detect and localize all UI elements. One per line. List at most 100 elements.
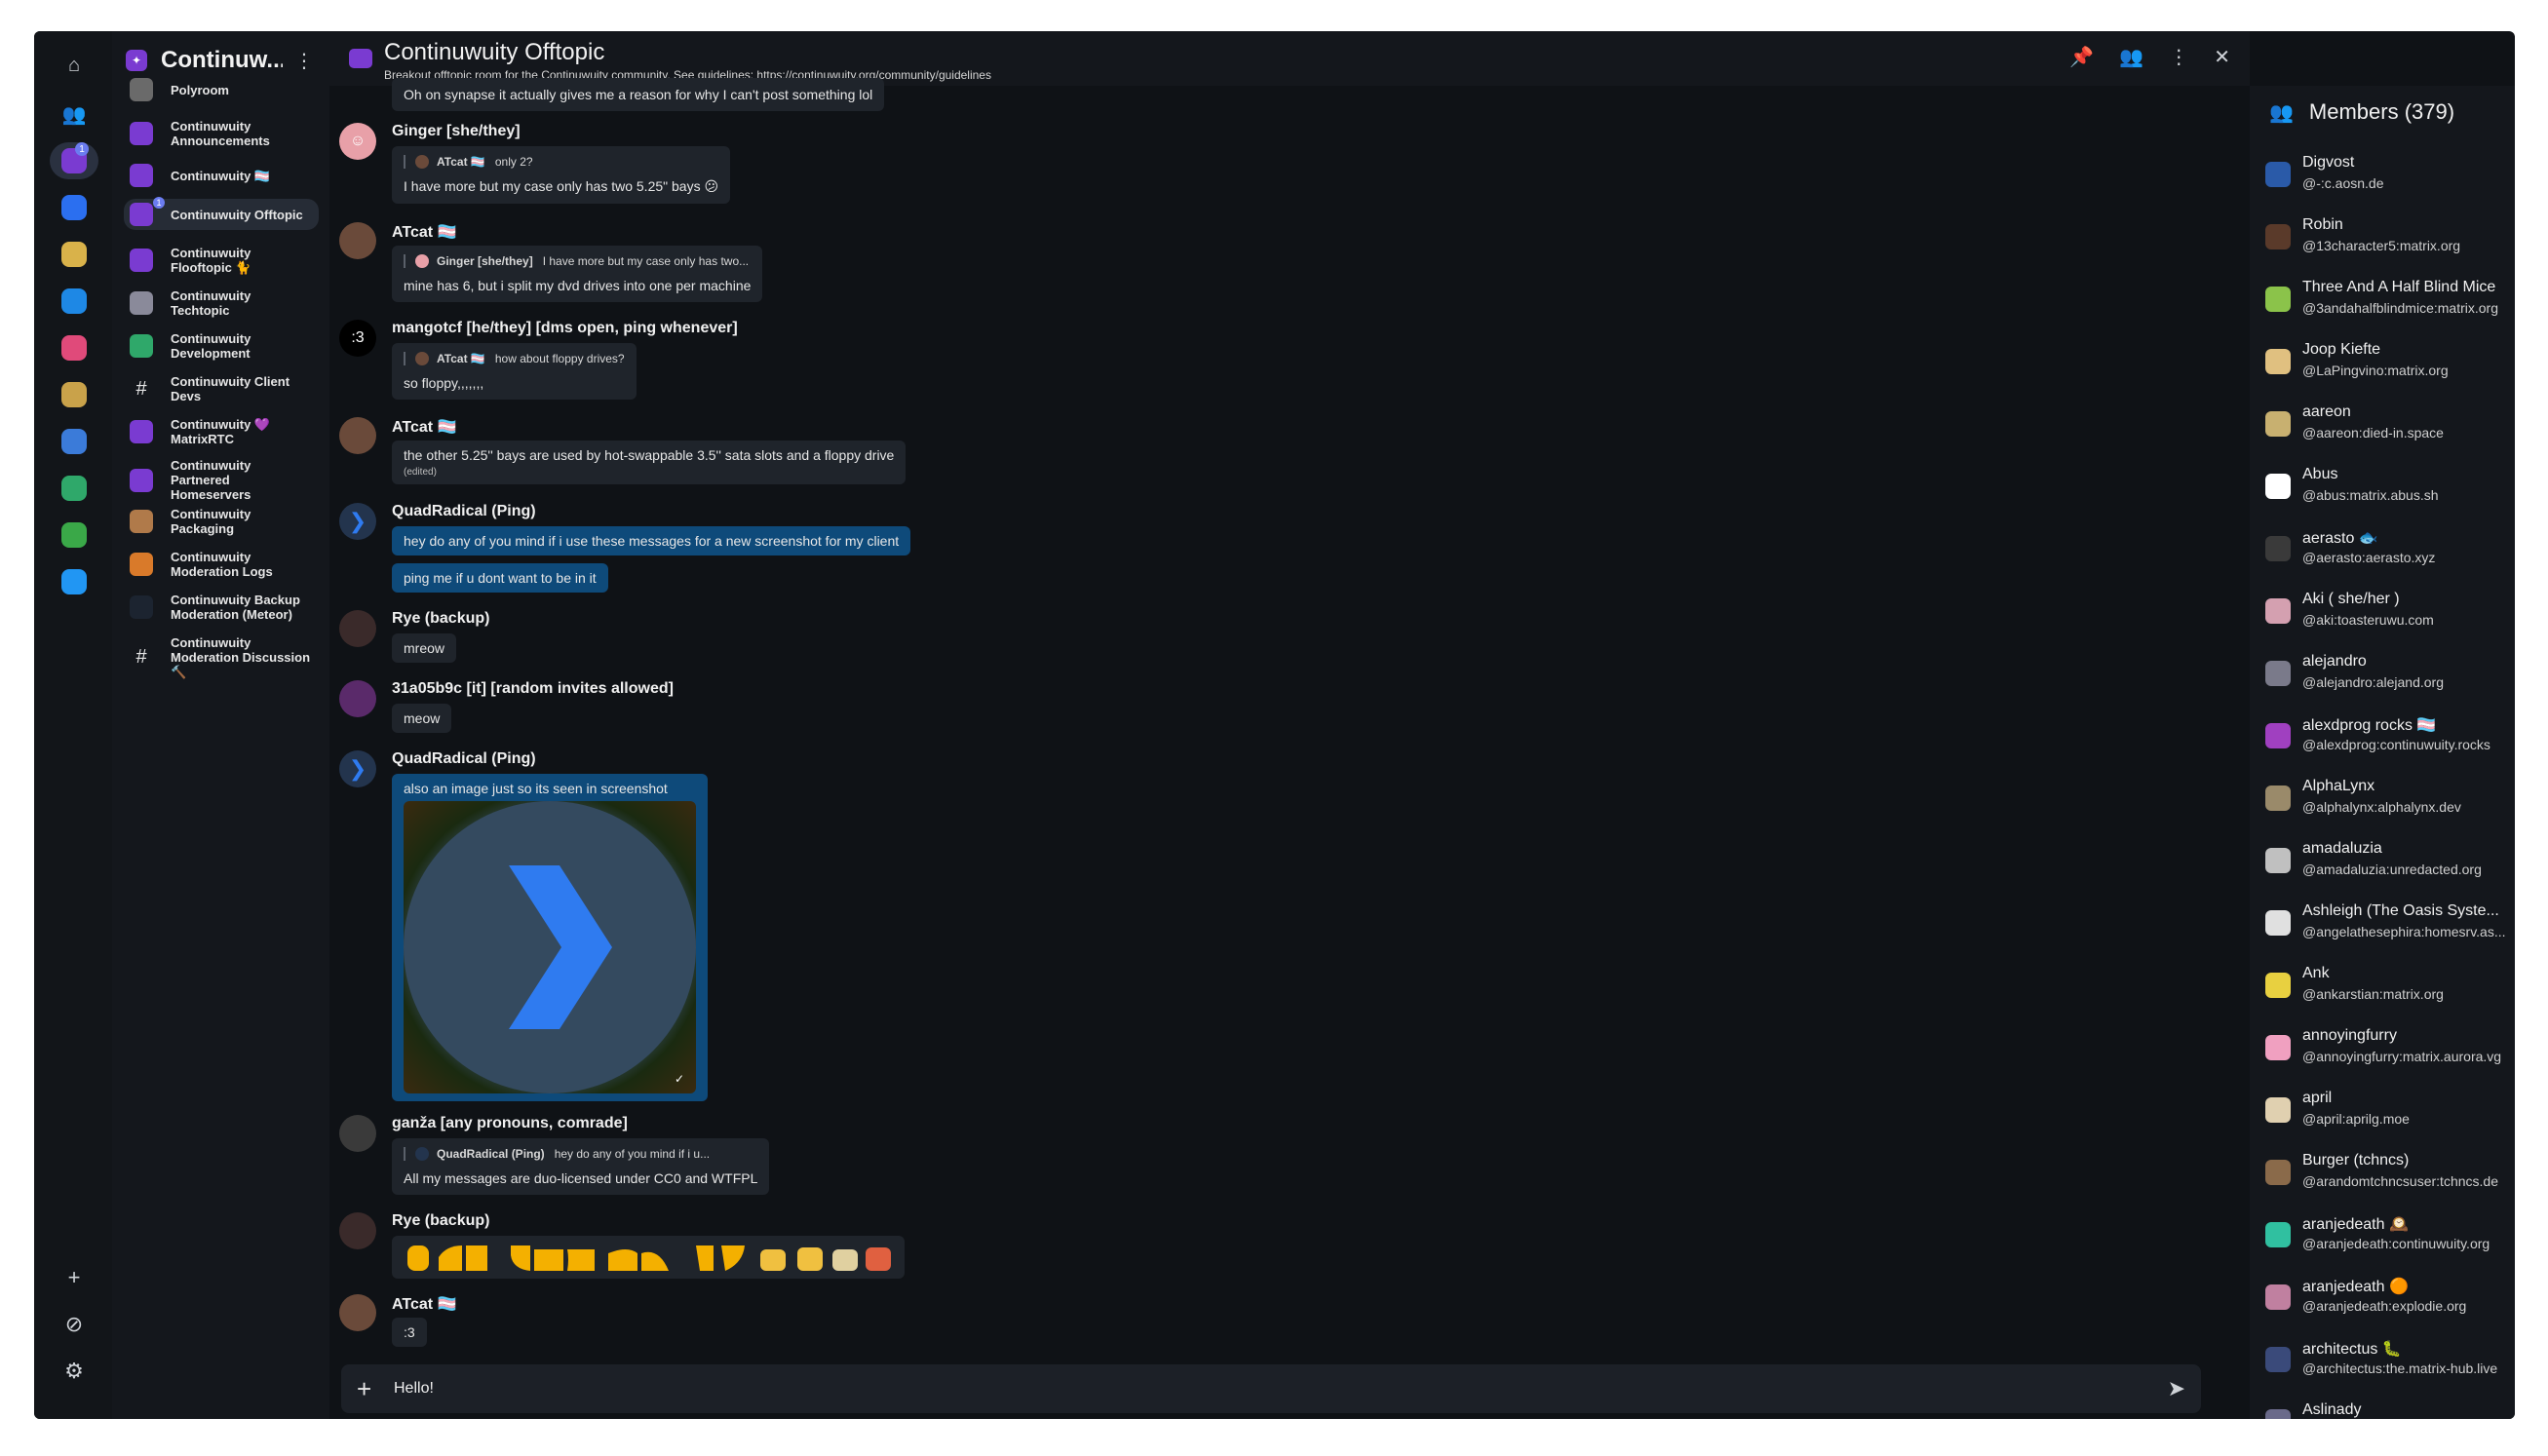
member-item[interactable]: amadaluzia @amadaluzia:unredacted.org (2265, 836, 2509, 885)
member-item[interactable]: Three And A Half Blind Mice @3andahalfbli… (2265, 275, 2509, 324)
settings-icon[interactable]: ⚙ (50, 1353, 98, 1390)
bird-space-icon[interactable] (50, 563, 98, 600)
avatar[interactable]: :3 (339, 320, 376, 357)
avatar[interactable] (339, 1212, 376, 1249)
sender-name[interactable]: mangotcf [he/they] [dms open, ping whene… (392, 320, 738, 337)
member-item[interactable]: Abus @abus:matrix.abus.sh (2265, 462, 2509, 511)
message-image[interactable]: ✓ (404, 801, 696, 1093)
sender-name[interactable]: ATcat 🏳️‍⚧️ (392, 1294, 456, 1314)
sender-name[interactable]: ATcat 🏳️‍⚧️ (392, 222, 456, 242)
sender-name[interactable]: Rye (backup) (392, 610, 489, 628)
avatar[interactable] (339, 417, 376, 454)
member-item[interactable]: aranjedeath 🕰️ @aranjedeath:continuwuity.… (2265, 1210, 2509, 1259)
snowflake-space-icon[interactable] (50, 423, 98, 460)
member-item[interactable]: aranjedeath 🟠 @aranjedeath:explodie.org (2265, 1273, 2509, 1322)
home-icon[interactable]: ⌂ (50, 47, 98, 84)
bubble-space-icon[interactable] (50, 329, 98, 366)
reply-preview[interactable]: ATcat 🏳️‍⚧️ how about floppy drives? (404, 352, 625, 365)
avatar[interactable] (339, 610, 376, 647)
pin-icon[interactable]: 📌 (2069, 45, 2094, 69)
chat-space-icon[interactable] (50, 189, 98, 226)
avatar[interactable] (339, 1294, 376, 1331)
reply-text: only 2? (494, 155, 533, 169)
member-item[interactable]: Robin @13character5:matrix.org (2265, 212, 2509, 261)
room-item[interactable]: Continuwuity Announcements (124, 115, 319, 152)
avatar (415, 1147, 429, 1161)
sender-name[interactable]: 31a05b9c [it] [random invites allowed] (392, 680, 674, 698)
room-item[interactable]: Continuwuity Packaging (124, 503, 319, 540)
sender-name[interactable]: QuadRadical (Ping) (392, 503, 536, 520)
room-item[interactable]: Continuwuity Partnered Homeservers (124, 454, 319, 506)
room-item[interactable]: Continuwuity Offtopic 1 (124, 197, 319, 230)
room-item[interactable]: # Continuwuity Client Devs (124, 370, 319, 407)
avatar[interactable]: ❯ (339, 503, 376, 540)
avatar[interactable] (339, 680, 376, 717)
member-item[interactable]: april @april:aprilg.moe (2265, 1086, 2509, 1134)
kebab-icon[interactable]: ⋮ (294, 49, 314, 73)
explore-icon[interactable]: ⊘ (50, 1306, 98, 1343)
room-item[interactable]: Continuwuity Backup Moderation (Meteor) (124, 589, 319, 626)
member-item[interactable]: Ashleigh (The Oasis Syste... @angelathese… (2265, 899, 2509, 947)
member-item[interactable]: Ank @ankarstian:matrix.org (2265, 961, 2509, 1010)
people-icon[interactable]: 👥 (50, 96, 98, 133)
tag-space-icon[interactable] (50, 376, 98, 413)
room-item[interactable]: Continuwuity 💜 MatrixRTC (124, 413, 319, 450)
member-item[interactable]: Aslinady (2265, 1398, 2509, 1419)
room-item[interactable]: # Continuwuity Moderation Discussion 🔨 (124, 632, 319, 683)
reply-preview[interactable]: ATcat 🏳️‍⚧️ only 2? (404, 155, 718, 169)
hash-icon: # (135, 646, 147, 668)
reply-preview[interactable]: QuadRadical (Ping) hey do any of you mind… (404, 1147, 757, 1161)
avatar[interactable] (339, 222, 376, 259)
member-id: @alejandro:alejand.org (2302, 674, 2444, 690)
members-icon[interactable]: 👥 (2119, 45, 2143, 69)
kebab-icon[interactable]: ⋮ (2169, 45, 2188, 69)
member-item[interactable]: Aki ( she/her ) @aki:toasteruwu.com (2265, 587, 2509, 635)
room-avatar (130, 595, 153, 619)
close-icon[interactable]: ✕ (2214, 45, 2230, 69)
member-item[interactable]: Joop Kiefte @LaPingvino:matrix.org (2265, 337, 2509, 386)
member-item[interactable]: aerasto 🐟 @aerasto:aerasto.xyz (2265, 524, 2509, 573)
avatar[interactable]: ☺ (339, 123, 376, 160)
member-item[interactable]: alexdprog rocks 🏳️‍⚧️ @alexdprog:continuw… (2265, 711, 2509, 760)
member-id: @aerasto:aerasto.xyz (2302, 550, 2436, 565)
continuwuity-space-icon[interactable]: 1 (50, 142, 98, 179)
avatar[interactable]: ❯ (339, 750, 376, 787)
sender-name[interactable]: QuadRadical (Ping) (392, 750, 536, 768)
sender-name[interactable]: Rye (backup) (392, 1212, 489, 1230)
member-item[interactable]: aareon @aareon:died-in.space (2265, 400, 2509, 448)
member-item[interactable]: alejandro @alejandro:alejand.org (2265, 649, 2509, 698)
member-id: @abus:matrix.abus.sh (2302, 487, 2439, 503)
room-item[interactable]: Continuwuity 🏳️‍⚧️ (124, 160, 319, 191)
avatar (2265, 973, 2291, 998)
members-panel: 👥 Members (379) Digvost @-:c.aosn.de Robin… (2250, 86, 2515, 1419)
member-id: @13character5:matrix.org (2302, 238, 2461, 253)
plus-icon[interactable]: + (357, 1374, 371, 1404)
avatar[interactable] (339, 1115, 376, 1152)
room-item[interactable]: Polyroom (124, 74, 319, 105)
sender-name[interactable]: Ginger [she/they] (392, 123, 521, 140)
room-label: Polyroom (171, 82, 229, 97)
reply-preview[interactable]: Ginger [she/they] I have more but my case… (404, 254, 751, 268)
globe-space-icon[interactable] (50, 236, 98, 273)
member-item[interactable]: Digvost @-:c.aosn.de (2265, 150, 2509, 199)
room-item[interactable]: Continuwuity Development (124, 327, 319, 364)
sender-name[interactable]: ATcat 🏳️‍⚧️ (392, 417, 456, 437)
room-item[interactable]: Continuwuity Flooftopic 🐈 (124, 242, 319, 279)
send-icon[interactable]: ➤ (2168, 1376, 2185, 1401)
member-item[interactable]: AlphaLynx @alphalynx:alphalynx.dev (2265, 774, 2509, 823)
green-space-icon[interactable] (50, 517, 98, 554)
arrow-space-icon[interactable] (50, 283, 98, 320)
message-text: the other 5.25'' bays are used by hot-sw… (404, 447, 895, 463)
member-name: Digvost (2302, 154, 2355, 171)
triangle-space-icon[interactable] (50, 470, 98, 507)
member-item[interactable]: annoyingfurry @annoyingfurry:matrix.auror… (2265, 1023, 2509, 1072)
sender-name[interactable]: ganža [any pronouns, comrade] (392, 1115, 628, 1132)
add-space-icon[interactable]: + (50, 1259, 98, 1296)
message-text: I have more but my case only has two 5.2… (404, 178, 719, 194)
room-avatar (130, 291, 153, 315)
room-item[interactable]: Continuwuity Techtopic (124, 285, 319, 322)
member-item[interactable]: Burger (tchncs) @arandomtchncsuser:tchncs… (2265, 1148, 2509, 1197)
message-input[interactable] (394, 1376, 2129, 1401)
member-item[interactable]: architectus 🐛 @architectus:the.matrix-hub… (2265, 1335, 2509, 1384)
room-item[interactable]: Continuwuity Moderation Logs (124, 546, 319, 583)
